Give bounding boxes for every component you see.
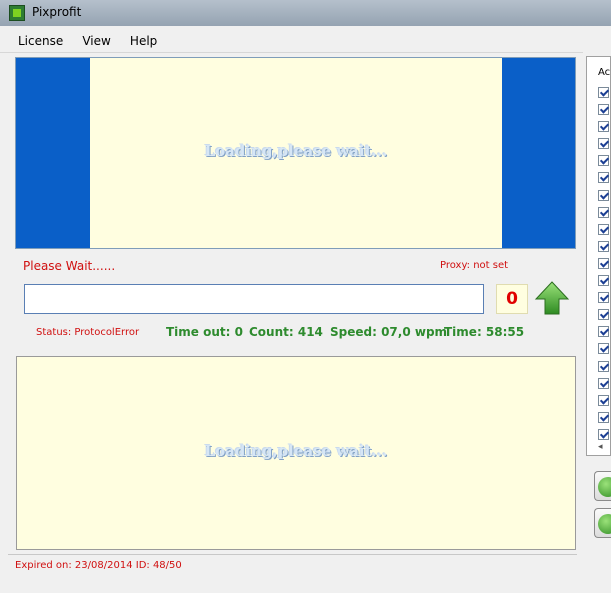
window-title: Pixprofit xyxy=(32,5,82,19)
main-window: License View Help Loading,please wait...… xyxy=(0,26,611,593)
account-checkbox[interactable] xyxy=(598,104,609,116)
account-checkbox[interactable] xyxy=(598,343,609,355)
title-bar: Pixprofit xyxy=(0,0,611,26)
top-loading-text: Loading,please wait... xyxy=(204,142,388,160)
account-checkbox[interactable] xyxy=(598,377,609,389)
timeout-stat: Time out: 0 xyxy=(166,325,243,339)
account-checkbox[interactable] xyxy=(598,189,609,201)
green-play-icon xyxy=(598,514,611,534)
captcha-image-panel: Loading,please wait... xyxy=(15,57,576,249)
account-checkbox-list xyxy=(598,87,609,446)
account-checkbox[interactable] xyxy=(598,155,609,167)
account-checkbox[interactable] xyxy=(598,172,609,184)
refresh-button[interactable] xyxy=(594,471,611,501)
account-checkbox[interactable] xyxy=(598,411,609,423)
account-checkbox[interactable] xyxy=(598,87,609,98)
account-checkbox[interactable] xyxy=(598,292,609,304)
menu-license[interactable]: License xyxy=(11,32,70,50)
account-checkbox[interactable] xyxy=(598,394,609,406)
green-refresh-icon xyxy=(598,477,611,497)
account-checkbox[interactable] xyxy=(598,428,609,440)
account-checkbox[interactable] xyxy=(598,326,609,338)
green-up-arrow-icon[interactable] xyxy=(534,280,570,316)
captcha-image-area: Loading,please wait... xyxy=(90,58,502,248)
proxy-status: Proxy: not set xyxy=(440,260,509,271)
account-checkbox[interactable] xyxy=(598,257,609,269)
count-stat: Count: 414 xyxy=(249,325,323,339)
account-checkbox[interactable] xyxy=(598,138,609,150)
menu-view[interactable]: View xyxy=(75,32,117,50)
time-stat: Time: 58:55 xyxy=(444,325,525,339)
preview-panel: Loading,please wait... xyxy=(16,356,576,550)
bottom-loading-text: Loading,please wait... xyxy=(204,442,388,460)
license-expiry: Expired on: 23/08/2014 ID: 48/50 xyxy=(15,560,182,571)
account-checkbox[interactable] xyxy=(598,360,609,372)
please-wait-message: Please Wait...... xyxy=(23,259,116,273)
account-checkbox[interactable] xyxy=(598,240,609,252)
play-button[interactable] xyxy=(594,508,611,538)
app-icon xyxy=(9,5,25,21)
account-checkbox[interactable] xyxy=(598,275,609,287)
menu-bar: License View Help xyxy=(11,30,164,50)
menu-divider xyxy=(0,52,583,53)
account-checkbox[interactable] xyxy=(598,223,609,235)
status-text: Status: ProtocolError xyxy=(36,327,140,338)
scroll-left-arrow[interactable]: ◂ xyxy=(598,442,603,452)
account-list-header: Ac xyxy=(598,67,611,78)
account-checkbox[interactable] xyxy=(598,121,609,133)
account-checkbox[interactable] xyxy=(598,309,609,321)
account-checkbox[interactable] xyxy=(598,206,609,218)
account-list-panel: Ac xyxy=(586,56,611,456)
speed-stat: Speed: 07,0 wpm xyxy=(330,325,448,339)
menu-help[interactable]: Help xyxy=(123,32,164,50)
captcha-counter: 0 xyxy=(496,284,528,314)
captcha-input[interactable] xyxy=(24,284,484,314)
status-bar-divider xyxy=(8,554,577,555)
